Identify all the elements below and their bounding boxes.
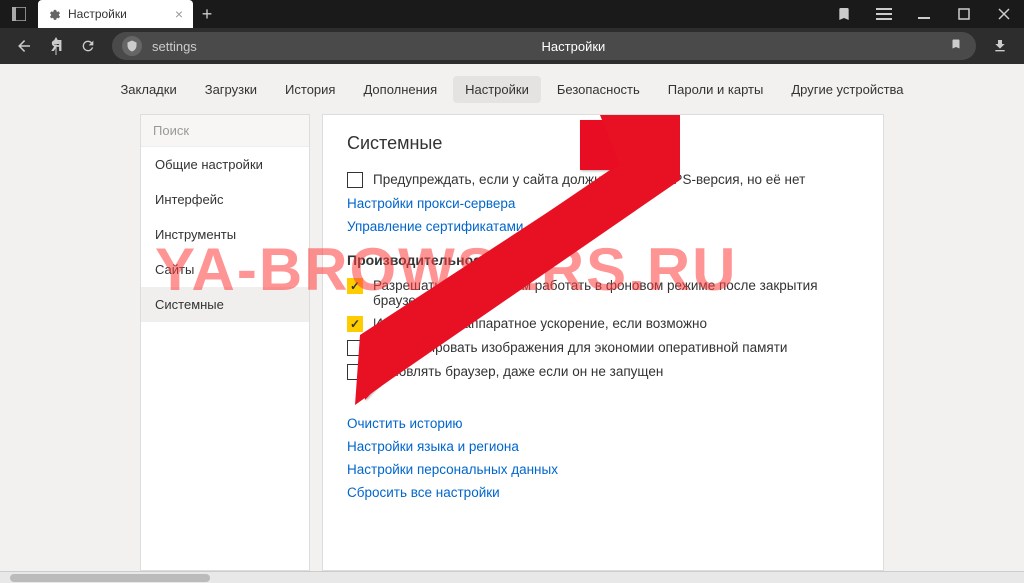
sidebar-item-sites[interactable]: Сайты bbox=[141, 252, 309, 287]
nav-downloads[interactable]: Загрузки bbox=[193, 76, 269, 103]
link-language[interactable]: Настройки языка и региона bbox=[347, 439, 859, 454]
performance-title: Производительность bbox=[347, 252, 859, 268]
checkbox-row-background[interactable]: Разрешать приложениям работать в фоновом… bbox=[347, 278, 859, 308]
checkbox-icon[interactable] bbox=[347, 278, 363, 294]
checkbox-icon[interactable] bbox=[347, 364, 363, 380]
checkbox-row-https[interactable]: Предупреждать, если у сайта должна быть … bbox=[347, 172, 859, 188]
toolbar: Я settings Настройки bbox=[0, 28, 1024, 64]
checkbox-label: Использовать аппаратное ускорение, если … bbox=[373, 316, 707, 331]
yandex-logo-icon[interactable]: Я bbox=[40, 30, 72, 62]
shield-icon[interactable] bbox=[122, 36, 142, 56]
checkbox-label: Оптимизировать изображения для экономии … bbox=[373, 340, 787, 355]
menu-icon[interactable] bbox=[864, 0, 904, 28]
nav-history[interactable]: История bbox=[273, 76, 347, 103]
downloads-icon[interactable] bbox=[984, 30, 1016, 62]
link-certs[interactable]: Управление сертификатами bbox=[347, 219, 859, 234]
settings-panel: Системные Предупреждать, если у сайта до… bbox=[322, 114, 884, 571]
horizontal-scrollbar[interactable] bbox=[0, 571, 1024, 583]
nav-addons[interactable]: Дополнения bbox=[351, 76, 449, 103]
sidebar: Поиск Общие настройки Интерфейс Инструме… bbox=[140, 114, 310, 571]
bookmark-icon[interactable] bbox=[950, 37, 962, 56]
nav-devices[interactable]: Другие устройства bbox=[779, 76, 915, 103]
gear-icon bbox=[48, 7, 62, 21]
sidebar-item-general[interactable]: Общие настройки bbox=[141, 147, 309, 182]
sidebar-item-interface[interactable]: Интерфейс bbox=[141, 182, 309, 217]
sidebar-toggle-icon[interactable] bbox=[0, 0, 38, 28]
search-input[interactable]: Поиск bbox=[141, 115, 309, 147]
scroll-thumb[interactable] bbox=[10, 574, 210, 582]
window-controls bbox=[824, 0, 1024, 28]
address-bar[interactable]: settings Настройки bbox=[112, 32, 976, 60]
address-path: settings bbox=[152, 39, 197, 54]
browser-tab[interactable]: Настройки × bbox=[38, 0, 193, 28]
checkbox-row-optimize[interactable]: Оптимизировать изображения для экономии … bbox=[347, 340, 859, 356]
reload-button[interactable] bbox=[72, 30, 104, 62]
address-title: Настройки bbox=[197, 39, 950, 54]
top-nav: Закладки Загрузки История Дополнения Нас… bbox=[0, 64, 1024, 114]
new-tab-button[interactable]: + bbox=[193, 0, 221, 28]
main-layout: Поиск Общие настройки Интерфейс Инструме… bbox=[0, 114, 1024, 571]
section-title: Системные bbox=[347, 133, 859, 154]
checkbox-row-update[interactable]: Обновлять браузер, даже если он не запущ… bbox=[347, 364, 859, 380]
tab-label: Настройки bbox=[68, 7, 127, 21]
close-button[interactable] bbox=[984, 0, 1024, 28]
tab-close-icon[interactable]: × bbox=[175, 6, 183, 22]
svg-text:Я: Я bbox=[51, 38, 63, 55]
link-personal[interactable]: Настройки персональных данных bbox=[347, 462, 859, 477]
titlebar: Настройки × + bbox=[0, 0, 1024, 28]
link-proxy[interactable]: Настройки прокси-сервера bbox=[347, 196, 859, 211]
nav-bookmarks[interactable]: Закладки bbox=[108, 76, 188, 103]
link-clear-history[interactable]: Очистить историю bbox=[347, 416, 859, 431]
nav-settings[interactable]: Настройки bbox=[453, 76, 541, 103]
sidebar-item-system[interactable]: Системные bbox=[141, 287, 309, 322]
nav-security[interactable]: Безопасность bbox=[545, 76, 652, 103]
checkbox-label: Разрешать приложениям работать в фоновом… bbox=[373, 278, 859, 308]
checkbox-label: Обновлять браузер, даже если он не запущ… bbox=[373, 364, 663, 379]
link-reset[interactable]: Сбросить все настройки bbox=[347, 485, 859, 500]
checkbox-icon[interactable] bbox=[347, 316, 363, 332]
checkbox-icon[interactable] bbox=[347, 340, 363, 356]
back-button[interactable] bbox=[8, 30, 40, 62]
minimize-button[interactable] bbox=[904, 0, 944, 28]
checkbox-row-hardware[interactable]: Использовать аппаратное ускорение, если … bbox=[347, 316, 859, 332]
content-area: Закладки Загрузки История Дополнения Нас… bbox=[0, 64, 1024, 571]
bookmark-menu-icon[interactable] bbox=[824, 0, 864, 28]
sidebar-item-tools[interactable]: Инструменты bbox=[141, 217, 309, 252]
maximize-button[interactable] bbox=[944, 0, 984, 28]
checkbox-icon[interactable] bbox=[347, 172, 363, 188]
nav-passwords[interactable]: Пароли и карты bbox=[656, 76, 776, 103]
checkbox-label: Предупреждать, если у сайта должна быть … bbox=[373, 172, 805, 187]
